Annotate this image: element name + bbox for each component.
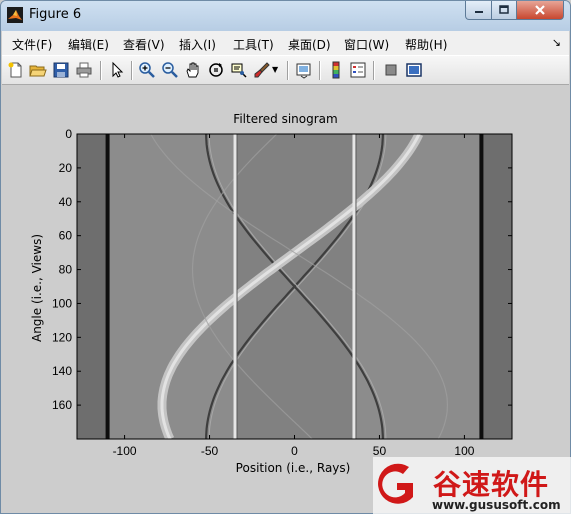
colorbar-icon[interactable] <box>327 61 345 79</box>
toolbar-separator <box>131 61 133 80</box>
minimize-button[interactable] <box>465 1 492 20</box>
toolbar-separator <box>319 61 321 80</box>
link-plot-icon[interactable] <box>295 61 313 79</box>
toolbar-separator <box>100 61 102 80</box>
watermark-url: www.gususoft.com <box>432 498 561 512</box>
hide-plot-tools-icon[interactable] <box>382 61 400 79</box>
figure-toolbar: ▼ <box>2 55 569 85</box>
window-title: Figure 6 <box>29 7 82 22</box>
rotate-3d-icon[interactable] <box>207 61 225 79</box>
legend-icon[interactable] <box>349 61 367 79</box>
toolbar-separator <box>287 61 289 80</box>
menu-view[interactable]: 查看(V) <box>123 36 165 53</box>
open-file-icon[interactable] <box>29 61 47 79</box>
y-axis-label: Angle (i.e., Views) <box>30 233 44 343</box>
menu-help[interactable]: 帮助(H) <box>405 36 447 53</box>
save-icon[interactable] <box>52 61 70 79</box>
pan-icon[interactable] <box>184 61 202 79</box>
pointer-icon[interactable] <box>108 61 126 79</box>
maximize-button[interactable] <box>491 1 517 20</box>
data-cursor-icon[interactable] <box>230 61 248 79</box>
close-button[interactable] <box>516 1 564 20</box>
menu-window[interactable]: 窗口(W) <box>344 36 389 53</box>
new-figure-icon[interactable] <box>7 61 25 79</box>
menu-file[interactable]: 文件(F) <box>12 36 52 53</box>
menu-insert[interactable]: 插入(I) <box>179 36 216 53</box>
chart-title: Filtered sinogram <box>233 112 338 126</box>
title-bar[interactable]: Figure 6 <box>1 1 570 31</box>
watermark-text: 谷速软件 <box>433 468 550 501</box>
minimize-icon <box>474 11 483 13</box>
show-plot-tools-icon[interactable] <box>405 61 423 79</box>
menu-edit[interactable]: 编辑(E) <box>68 36 109 53</box>
zoom-out-icon[interactable] <box>161 61 179 79</box>
menu-tools[interactable]: 工具(T) <box>233 36 274 53</box>
close-icon <box>535 5 545 15</box>
menu-bar: 文件(F) 编辑(E) 查看(V) 插入(I) 工具(T) 桌面(D) 窗口(W… <box>2 31 569 55</box>
matlab-logo-icon <box>7 7 23 23</box>
menu-desktop[interactable]: 桌面(D) <box>288 36 331 53</box>
maximize-icon <box>499 5 509 14</box>
figure-canvas <box>2 85 569 513</box>
menu-dock-arrow-icon[interactable]: ↘ <box>552 36 561 49</box>
print-icon[interactable] <box>75 61 93 79</box>
brush-dropdown-icon[interactable]: ▼ <box>272 65 278 74</box>
zoom-in-icon[interactable] <box>138 61 156 79</box>
figure-window: Figure 6 文件(F) 编辑(E) 查看(V) 插入(I) 工具(T) 桌… <box>0 0 571 514</box>
brush-icon[interactable] <box>253 61 271 79</box>
toolbar-separator <box>373 61 375 80</box>
